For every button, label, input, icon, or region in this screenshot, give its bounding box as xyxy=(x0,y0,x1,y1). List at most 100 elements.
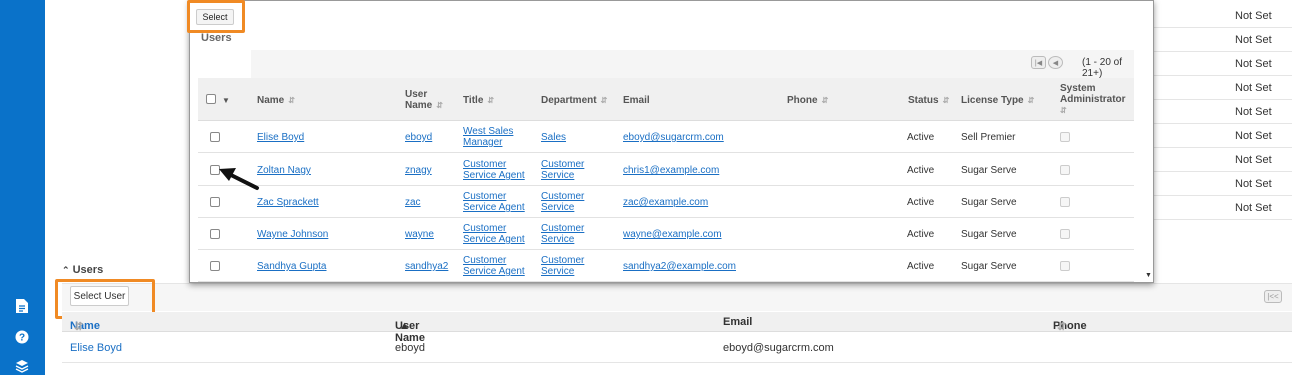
cell-value: Not Set xyxy=(1235,81,1272,94)
scroll-down-icon[interactable]: ▼ xyxy=(1145,272,1152,279)
user-title-link[interactable]: Customer Service Agent xyxy=(463,255,525,277)
system-administrator-checkbox xyxy=(1060,261,1070,271)
column-header-user-name[interactable]: User Name ⇵ xyxy=(405,89,443,111)
user-name-link[interactable]: Wayne Johnson xyxy=(257,229,328,240)
scrollbar[interactable] xyxy=(1142,1,1153,282)
user-email-link[interactable]: chris1@example.com xyxy=(623,165,719,176)
user-name-link[interactable]: Elise Boyd xyxy=(70,342,122,354)
select-all-checkbox[interactable] xyxy=(206,94,216,104)
user-department-link[interactable]: Customer Service xyxy=(541,159,584,181)
column-header-license-type[interactable]: License Type ⇵ xyxy=(961,95,1034,106)
cell-value: Not Set xyxy=(1235,153,1272,166)
row-checkbox[interactable] xyxy=(210,132,220,142)
user-email-link[interactable]: sandhya2@example.com xyxy=(623,261,736,272)
user-email-link[interactable]: eboyd@sugarcrm.com xyxy=(623,132,724,143)
column-header-label: Name xyxy=(405,100,433,111)
background-row: Not Set xyxy=(1150,76,1292,100)
column-header-name[interactable]: Name ⇵ xyxy=(257,95,295,106)
sort-icon: ⇵ xyxy=(600,96,608,105)
background-row: Not Set xyxy=(1150,172,1292,196)
user-title-link[interactable]: Customer Service Agent xyxy=(463,223,525,245)
user-status: Active xyxy=(907,229,935,240)
title-line: Customer xyxy=(463,255,507,266)
column-header-label: Status xyxy=(908,95,939,106)
column-header-email: Email xyxy=(623,95,650,106)
user-department-link[interactable]: Customer Service xyxy=(541,223,584,245)
title-line: Customer xyxy=(463,191,507,202)
user-name-link[interactable]: Zac Sprackett xyxy=(257,197,319,208)
sort-icon: ⇵ xyxy=(1060,106,1067,115)
cell-value: Not Set xyxy=(1235,177,1272,190)
user-search-drawer: Select Users |◀ ◀ (1 - 20 of 21+) ▶ ▶| ▼… xyxy=(189,0,1154,283)
column-header-label: Department xyxy=(541,95,597,106)
layers-icon[interactable] xyxy=(13,357,31,375)
column-header-label: Phone xyxy=(787,95,818,106)
user-username-link[interactable]: znagy xyxy=(405,165,432,176)
row-checkbox[interactable] xyxy=(210,229,220,239)
sort-icon: ⇵ xyxy=(487,96,495,105)
user-username-link[interactable]: zac xyxy=(405,197,421,208)
user-status: Active xyxy=(907,197,935,208)
sort-icon: ⇵ xyxy=(74,321,84,333)
department-line: Customer xyxy=(541,191,585,202)
subpanel-title[interactable]: ⌃ Users xyxy=(62,264,103,276)
sort-icon: ⇵ xyxy=(1027,96,1035,105)
help-icon[interactable]: ? xyxy=(13,328,31,346)
user-license-type: Sugar Serve xyxy=(961,165,1017,176)
department-line: Customer xyxy=(541,223,585,234)
table-row: Sandhya Gupta sandhya2 Customer Service A… xyxy=(198,250,1134,282)
user-email: eboyd@sugarcrm.com xyxy=(723,342,834,354)
table-header: ▼ Name ⇵ User Name ⇵ Title ⇵ Department ⇵ Em… xyxy=(198,78,1134,121)
user-department-link[interactable]: Sales xyxy=(541,132,566,143)
previous-page-button[interactable]: ◀ xyxy=(1048,56,1063,69)
column-header-title[interactable]: Title ⇵ xyxy=(463,95,494,106)
document-icon[interactable] xyxy=(13,297,31,315)
column-header-department[interactable]: Department ⇵ xyxy=(541,95,607,106)
user-title-link[interactable]: Customer Service Agent xyxy=(463,159,525,181)
user-department-link[interactable]: Customer Service xyxy=(541,255,584,277)
user-email-link[interactable]: zac@example.com xyxy=(623,197,708,208)
table-row: Elise Boyd eboyd West Sales Manager Sales… xyxy=(198,121,1134,153)
system-administrator-checkbox xyxy=(1060,197,1070,207)
sort-icon: ⇵ xyxy=(1057,321,1067,333)
user-username-link[interactable]: eboyd xyxy=(405,132,432,143)
sort-icon: ⇵ xyxy=(821,96,829,105)
first-page-button[interactable]: |◀ xyxy=(1031,56,1046,69)
sidebar: ? xyxy=(0,0,45,375)
title-line: West Sales xyxy=(463,126,514,137)
user-license-type: Sugar Serve xyxy=(961,197,1017,208)
highlight-box xyxy=(187,0,245,33)
user-name-link[interactable]: Sandhya Gupta xyxy=(257,261,327,272)
user-status: Active xyxy=(907,165,935,176)
title-line: Manager xyxy=(463,137,503,148)
table-row: Zoltan Nagy znagy Customer Service Agent … xyxy=(198,154,1134,186)
select-all-dropdown-icon[interactable]: ▼ xyxy=(222,95,230,106)
column-header-system-administrator[interactable]: System Administrator ⇵ xyxy=(1060,83,1126,116)
user-department-link[interactable]: Customer Service xyxy=(541,191,584,213)
user-title-link[interactable]: West Sales Manager xyxy=(463,126,513,148)
user-email-link[interactable]: wayne@example.com xyxy=(623,229,722,240)
title-line: Customer xyxy=(463,223,507,234)
user-title-link[interactable]: Customer Service Agent xyxy=(463,191,525,213)
cell-value: Not Set xyxy=(1235,9,1272,22)
table-row: Elise Boyd eboyd eboyd@sugarcrm.com xyxy=(62,333,1292,363)
sort-icon: ⇵ xyxy=(288,96,295,105)
row-checkbox[interactable] xyxy=(210,261,220,271)
pagination-text: (1 - 20 of 21+) xyxy=(1082,57,1123,79)
sort-icon: ⇵ xyxy=(436,101,443,110)
title-line: Service Agent xyxy=(463,266,525,277)
first-page-button[interactable]: |<< xyxy=(1264,290,1282,303)
system-administrator-checkbox xyxy=(1060,229,1070,239)
sort-asc-icon: ▲ xyxy=(399,320,410,332)
collapse-icon[interactable]: ⌃ xyxy=(62,265,70,275)
pointer-arrow-icon xyxy=(219,168,259,190)
column-header-status[interactable]: Status ⇵ xyxy=(908,95,949,106)
department-line: Service xyxy=(541,170,575,181)
user-username-link[interactable]: sandhya2 xyxy=(405,261,448,272)
user-name-link[interactable]: Zoltan Nagy xyxy=(257,165,311,176)
column-header-phone[interactable]: Phone ⇵ xyxy=(787,95,828,106)
user-username-link[interactable]: wayne xyxy=(405,229,434,240)
system-administrator-checkbox xyxy=(1060,165,1070,175)
row-checkbox[interactable] xyxy=(210,197,220,207)
user-name-link[interactable]: Elise Boyd xyxy=(257,132,304,143)
